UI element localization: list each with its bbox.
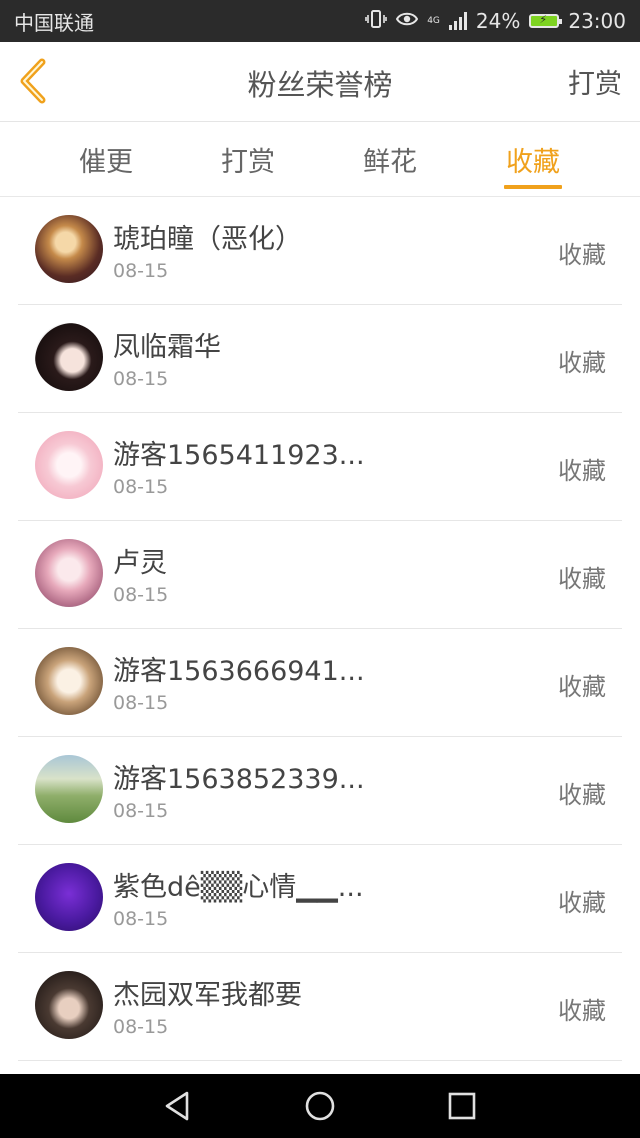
- avatar[interactable]: [35, 647, 103, 715]
- tab-bar: 催更 打赏 鲜花 收藏: [0, 122, 640, 197]
- list-item[interactable]: 游客1563666941... 08-15 收藏: [18, 629, 622, 737]
- reward-button[interactable]: 打赏: [568, 62, 622, 101]
- tab-flowers[interactable]: 鲜花: [345, 140, 435, 179]
- fan-name: 游客1563666941...: [113, 656, 365, 687]
- fan-name: 游客1563852339...: [113, 764, 365, 795]
- avatar[interactable]: [35, 755, 103, 823]
- fan-date: 08-15: [113, 260, 169, 282]
- fan-date: 08-15: [113, 584, 169, 606]
- avatar[interactable]: [35, 323, 103, 391]
- list-item[interactable]: 凤临霜华 08-15 收藏: [18, 305, 622, 413]
- square-recent-icon[interactable]: [445, 1089, 479, 1123]
- fan-date: 08-15: [113, 476, 169, 498]
- status-bar: 中国联通 4G 24% ⚡ 23:00: [0, 0, 640, 42]
- action-label: 收藏: [558, 457, 606, 485]
- fan-date: 08-15: [113, 368, 169, 390]
- list-item[interactable]: 紫色dê▒▒心情▁▁... 08-15 收藏: [18, 845, 622, 953]
- avatar[interactable]: [35, 863, 103, 931]
- action-label: 收藏: [558, 241, 606, 269]
- action-label: 收藏: [558, 673, 606, 701]
- eye-icon: [396, 11, 419, 32]
- fan-date: 08-15: [113, 908, 169, 930]
- list-item[interactable]: 琥珀瞳（恶化） 08-15 收藏: [18, 197, 622, 305]
- status-icons: 4G 24% ⚡ 23:00: [365, 9, 626, 33]
- circle-home-icon[interactable]: [303, 1089, 337, 1123]
- list-item[interactable]: 游客1565411923... 08-15 收藏: [18, 413, 622, 521]
- battery-icon: ⚡: [529, 13, 563, 28]
- vibrate-icon: [365, 9, 388, 33]
- tab-reward[interactable]: 打赏: [203, 140, 293, 179]
- action-label: 收藏: [558, 565, 606, 593]
- fan-date: 08-15: [113, 692, 169, 714]
- action-label: 收藏: [558, 889, 606, 917]
- fan-name: 紫色dê▒▒心情▁▁...: [113, 872, 364, 903]
- action-label: 收藏: [558, 781, 606, 809]
- triangle-back-icon[interactable]: [160, 1089, 194, 1123]
- action-label: 收藏: [558, 349, 606, 377]
- tab-favorites[interactable]: 收藏: [488, 140, 578, 179]
- fan-date: 08-15: [113, 800, 169, 822]
- fan-name: 卢灵: [113, 548, 167, 579]
- fan-date: 08-15: [113, 1016, 169, 1038]
- app-header: 粉丝荣誉榜 打赏: [0, 42, 640, 122]
- list-item[interactable]: 卢灵 08-15 收藏: [18, 521, 622, 629]
- clock: 23:00: [568, 9, 626, 33]
- tab-urge[interactable]: 催更: [61, 140, 151, 179]
- carrier-label: 中国联通: [14, 10, 94, 35]
- battery-percent: 24%: [475, 9, 521, 33]
- fan-name: 凤临霜华: [113, 332, 221, 363]
- fan-list: 琥珀瞳（恶化） 08-15 收藏 凤临霜华 08-15 收藏 游客1565411…: [0, 197, 640, 1061]
- avatar[interactable]: [35, 539, 103, 607]
- fan-name: 杰园双军我都要: [113, 980, 302, 1011]
- avatar[interactable]: [35, 971, 103, 1039]
- signal-icon: [448, 12, 467, 30]
- action-label: 收藏: [558, 997, 606, 1025]
- active-tab-indicator: [504, 185, 562, 189]
- navigation-bar: [0, 1074, 640, 1138]
- avatar[interactable]: [35, 431, 103, 499]
- avatar[interactable]: [35, 215, 103, 283]
- list-item[interactable]: 杰园双军我都要 08-15 收藏: [18, 953, 622, 1061]
- list-item[interactable]: 游客1563852339... 08-15 收藏: [18, 737, 622, 845]
- fan-name: 游客1565411923...: [113, 440, 365, 471]
- page-title: 粉丝荣誉榜: [247, 68, 393, 102]
- fan-name: 琥珀瞳（恶化）: [113, 224, 302, 255]
- network-type: 4G: [427, 15, 440, 26]
